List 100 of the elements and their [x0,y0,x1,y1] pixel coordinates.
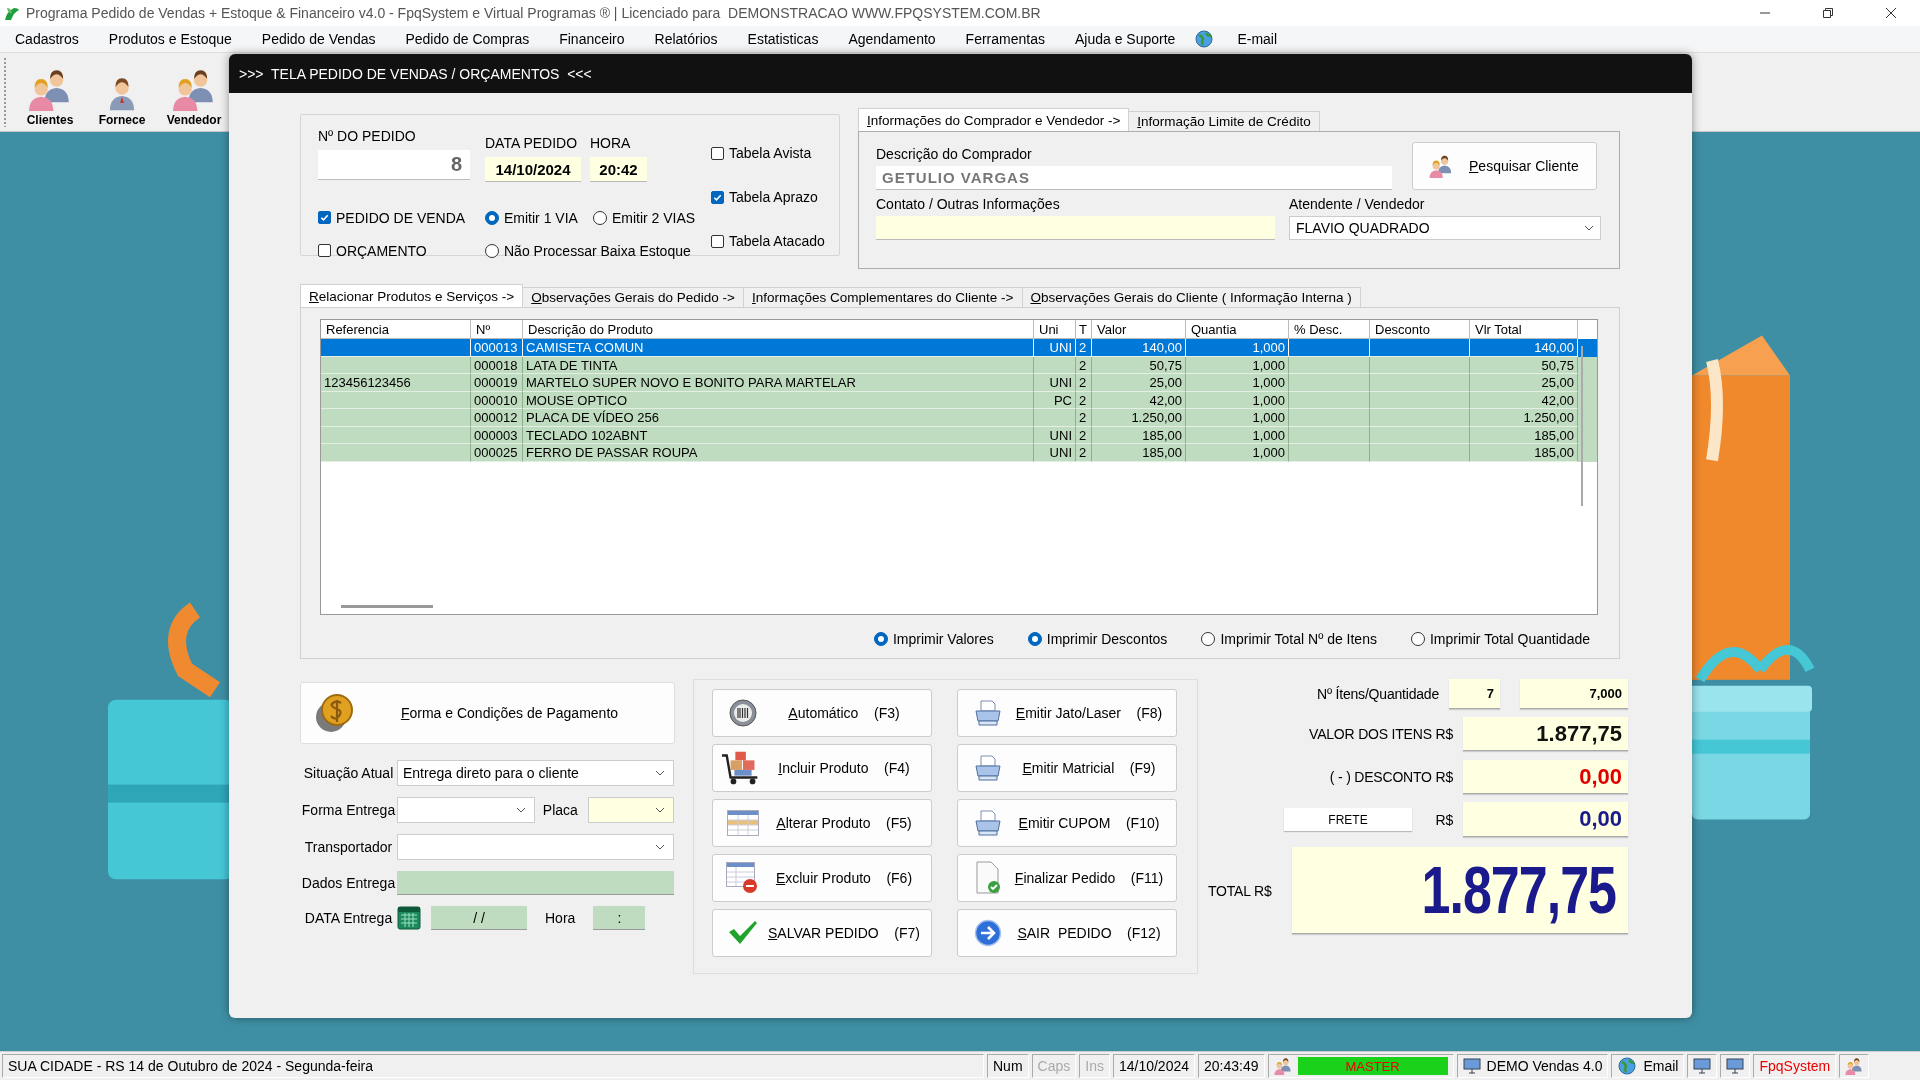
menu-item[interactable]: Financeiro [544,27,640,51]
table-cell: 140,00 [1470,339,1578,357]
action-button[interactable]: Alterar Produto (F5) [712,799,932,847]
action-button[interactable]: SALVAR PEDIDO (F7) [712,909,932,957]
people-icon [1845,1057,1864,1075]
monitor-icon [1726,1057,1745,1075]
input-field[interactable]: GETULIO VARGAS [876,166,1392,190]
table-cell: 1,000 [1186,409,1289,427]
input-field[interactable] [397,871,674,895]
field-label: DATA PEDIDO [485,135,579,151]
action-button[interactable]: Finalizar Pedido (F11) [957,854,1177,902]
table-minus-icon [726,862,760,894]
calendar-icon[interactable] [397,906,421,930]
checkbox-label: Tabela Atacado [729,233,825,249]
checkbox[interactable] [318,211,331,224]
action-button[interactable]: Emitir Jato/Laser (F8) [957,689,1177,737]
table-cell: 1.250,00 [1470,409,1578,427]
checkbox[interactable] [711,234,724,248]
radio-button[interactable] [1201,632,1216,646]
table-cell: 1,000 [1186,374,1289,392]
menu-item[interactable]: Cadastros [0,27,94,51]
toolbar-button[interactable]: Clientes [14,67,86,131]
caret-icon [655,807,665,813]
checkbox[interactable] [711,190,724,204]
action-button[interactable]: Incluir Produto (F4) [712,744,932,792]
scrollbar[interactable] [1581,346,1583,506]
people-icon [1429,154,1453,178]
search-client-button[interactable]: Pesquisar Cliente [1412,142,1597,190]
checkbox-label: Tabela Avista [729,145,812,161]
caret-icon [1584,225,1594,231]
status-text: SUA CIDADE - RS 14 de Outubro de 2024 - Segunda-feira [2,1054,984,1078]
caret-icon [515,807,526,813]
table-icon [727,810,759,836]
date-field[interactable]: 14/10/2024 [485,157,581,182]
printer-icon [973,753,1003,783]
table-row[interactable]: 123456123456 000019 MARTELO SUPER NOVO E BONITO PARA MARTELAR UNI 2 25,00 1,000 25,00 [321,374,1597,392]
radio-button[interactable] [485,210,499,225]
menu-item[interactable]: Pedido de Compras [390,27,545,51]
tab[interactable]: Observações Gerais do Cliente ( Informação Interna ) [1021,287,1361,307]
time-field[interactable]: : [593,906,646,930]
table-cell: 1,000 [1186,339,1289,357]
status-date: 14/10/2024 [1112,1054,1195,1078]
order-number-field[interactable]: 8 [318,150,470,180]
menu-item[interactable]: Produtos e Estoque [93,27,247,51]
menu-item[interactable]: Ajuda e Suporte [1059,27,1191,51]
radio-button[interactable] [485,243,499,258]
tab[interactable]: Informações do Comprador e Vendedor -> [858,108,1130,131]
freight-button[interactable]: FRETE [1284,808,1412,831]
action-button[interactable]: SAIR PEDIDO (F12) [957,909,1177,957]
menu-item[interactable]: Ferramentas [950,27,1060,51]
globe-icon[interactable] [1194,29,1215,49]
action-button[interactable]: Excluir Produto (F6) [712,854,932,902]
tab[interactable]: Relacionar Produtos e Serviços -> [300,284,524,307]
quantity-field: 7,000 [1520,679,1628,709]
action-button[interactable]: Emitir CUPOM (F10) [957,799,1177,847]
time-field[interactable]: 20:42 [590,157,647,182]
table-row[interactable]: 000025 FERRO DE PASSAR ROUPA UNI 2 185,00 1,000 185,00 [321,444,1597,462]
radio-label: Emitir 2 VIAS [611,209,696,226]
table-cell: 2 [1076,339,1092,357]
tab[interactable]: Informações Complementares do Cliente -> [743,287,1023,307]
menu-item[interactable]: Relatórios [639,27,733,51]
dropdown[interactable]: FLAVIO QUADRADO [1289,216,1601,240]
radio-button[interactable] [1027,632,1042,646]
status-text: Email [1643,1058,1679,1074]
radio-button[interactable] [873,632,888,646]
date-field[interactable]: / / [431,906,527,930]
table-row[interactable]: 000013 CAMISETA COMUN UNI 2 140,00 1,000 140,00 [321,339,1597,357]
action-button[interactable]: Automático (F3) [712,689,932,737]
radio-button[interactable] [592,210,607,225]
field-label: Nº DO PEDIDO [318,128,416,144]
field-label: Atendente / Vendedor [1289,196,1426,212]
table-cell: 000025 [471,444,523,462]
table-row[interactable]: 000012 PLACA DE VÍDEO 256 2 1.250,00 1,000 1.250,00 [321,409,1597,427]
menu-item[interactable]: Estatisticas [732,27,834,51]
dropdown[interactable]: Entrega direto para o cliente [397,760,674,786]
tab[interactable]: Observações Gerais do Pedido -> [522,287,744,307]
table-cell: 000019 [471,374,523,392]
key-indicator: Ins [1079,1054,1110,1078]
checkbox[interactable] [318,244,331,257]
people-icon [172,67,216,111]
action-button[interactable]: Emitir Matricial (F9) [957,744,1177,792]
checkbox-label: Tabela Aprazo [729,189,818,205]
scrollbar[interactable] [341,605,433,608]
payment-button[interactable]: Forma e Condições de Pagamento [300,682,675,744]
table-cell: 2 [1076,409,1092,427]
tab[interactable]: Informação Limite de Crédito [1128,111,1320,131]
input-field[interactable] [876,216,1275,240]
menu-item[interactable]: Pedido de Vendas [246,27,391,51]
toolbar-button[interactable]: Fornece [86,71,158,131]
checkbox[interactable] [711,146,724,160]
status-text: DEMO Vendas 4.0 [1486,1058,1603,1074]
radio-button[interactable] [1410,632,1425,646]
people-icon [28,67,72,111]
menu-item[interactable]: Agendamento [833,27,951,51]
globe-icon[interactable] [1617,1056,1638,1076]
toolbar-button[interactable]: Vendedor [158,67,230,131]
item-count-field: 7 [1449,679,1500,709]
field-label: Transportador [303,839,394,855]
table-cell: 25,00 [1470,374,1578,392]
menu-item[interactable]: E-mail [1222,27,1293,51]
